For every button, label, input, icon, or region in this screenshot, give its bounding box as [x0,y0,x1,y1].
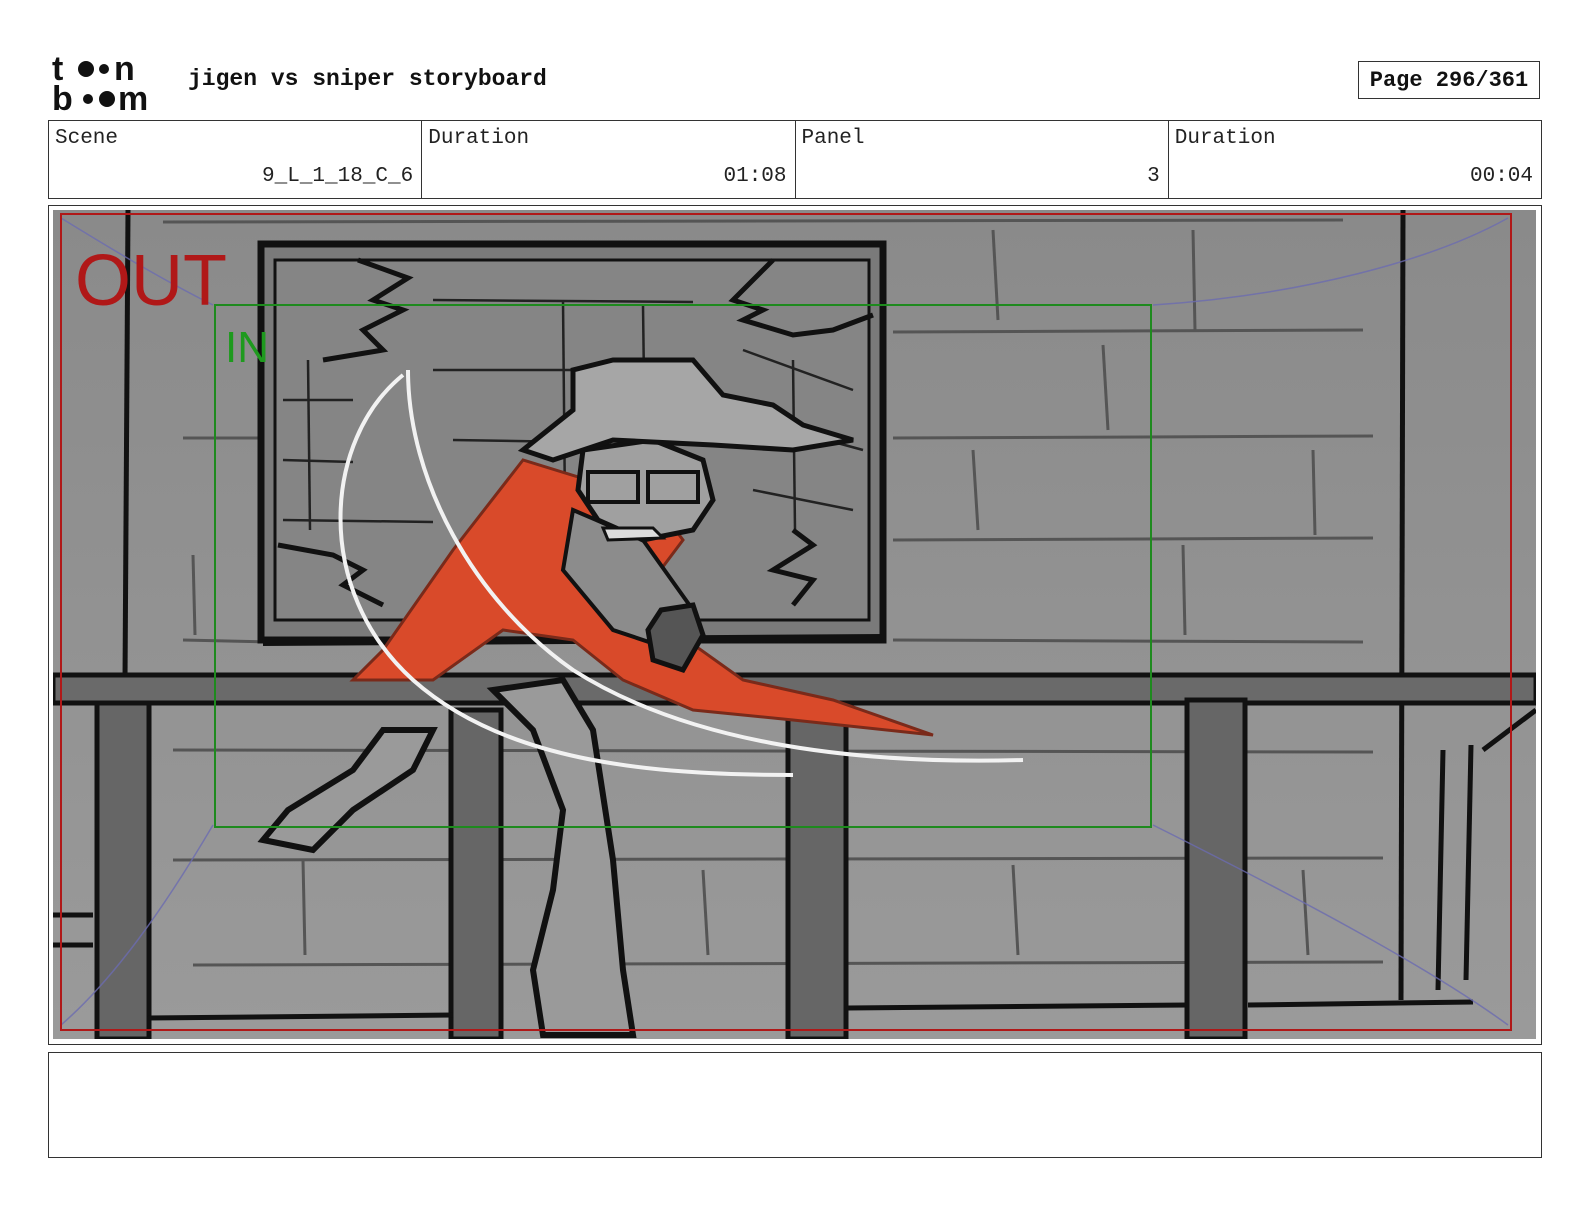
panel-cell: Panel 3 [794,121,1168,198]
toonboom-logo: toonboom t n b m [52,52,148,114]
scene-duration-cell: Duration 01:08 [421,121,794,198]
page-indicator: Page 296/361 [1358,61,1540,99]
scene-value: 9_L_1_18_C_6 [262,165,414,188]
scene-info-table: Scene 9_L_1_18_C_6 Duration 01:08 Panel … [48,120,1542,199]
storyboard-panel: IN OUT [48,205,1542,1045]
in-label: IN [225,323,269,372]
svg-text:m: m [118,80,148,114]
out-label: OUT [75,241,227,321]
panel-drawing: IN OUT [53,210,1536,1039]
panel-duration-value: 00:04 [1469,165,1533,188]
svg-text:b: b [52,80,73,114]
scene-label: Scene [55,127,119,150]
storyboard-title: jigen vs sniper storyboard [188,66,547,92]
panel-notes-box[interactable] [48,1052,1542,1158]
panel-value: 3 [1147,165,1160,188]
panel-label: Panel [801,127,865,150]
panel-duration-cell: Duration 00:04 [1167,121,1541,198]
scene-duration-value: 01:08 [723,165,787,188]
scene-duration-label: Duration [428,127,530,150]
panel-duration-label: Duration [1174,127,1276,150]
scene-cell: Scene 9_L_1_18_C_6 [49,121,421,198]
